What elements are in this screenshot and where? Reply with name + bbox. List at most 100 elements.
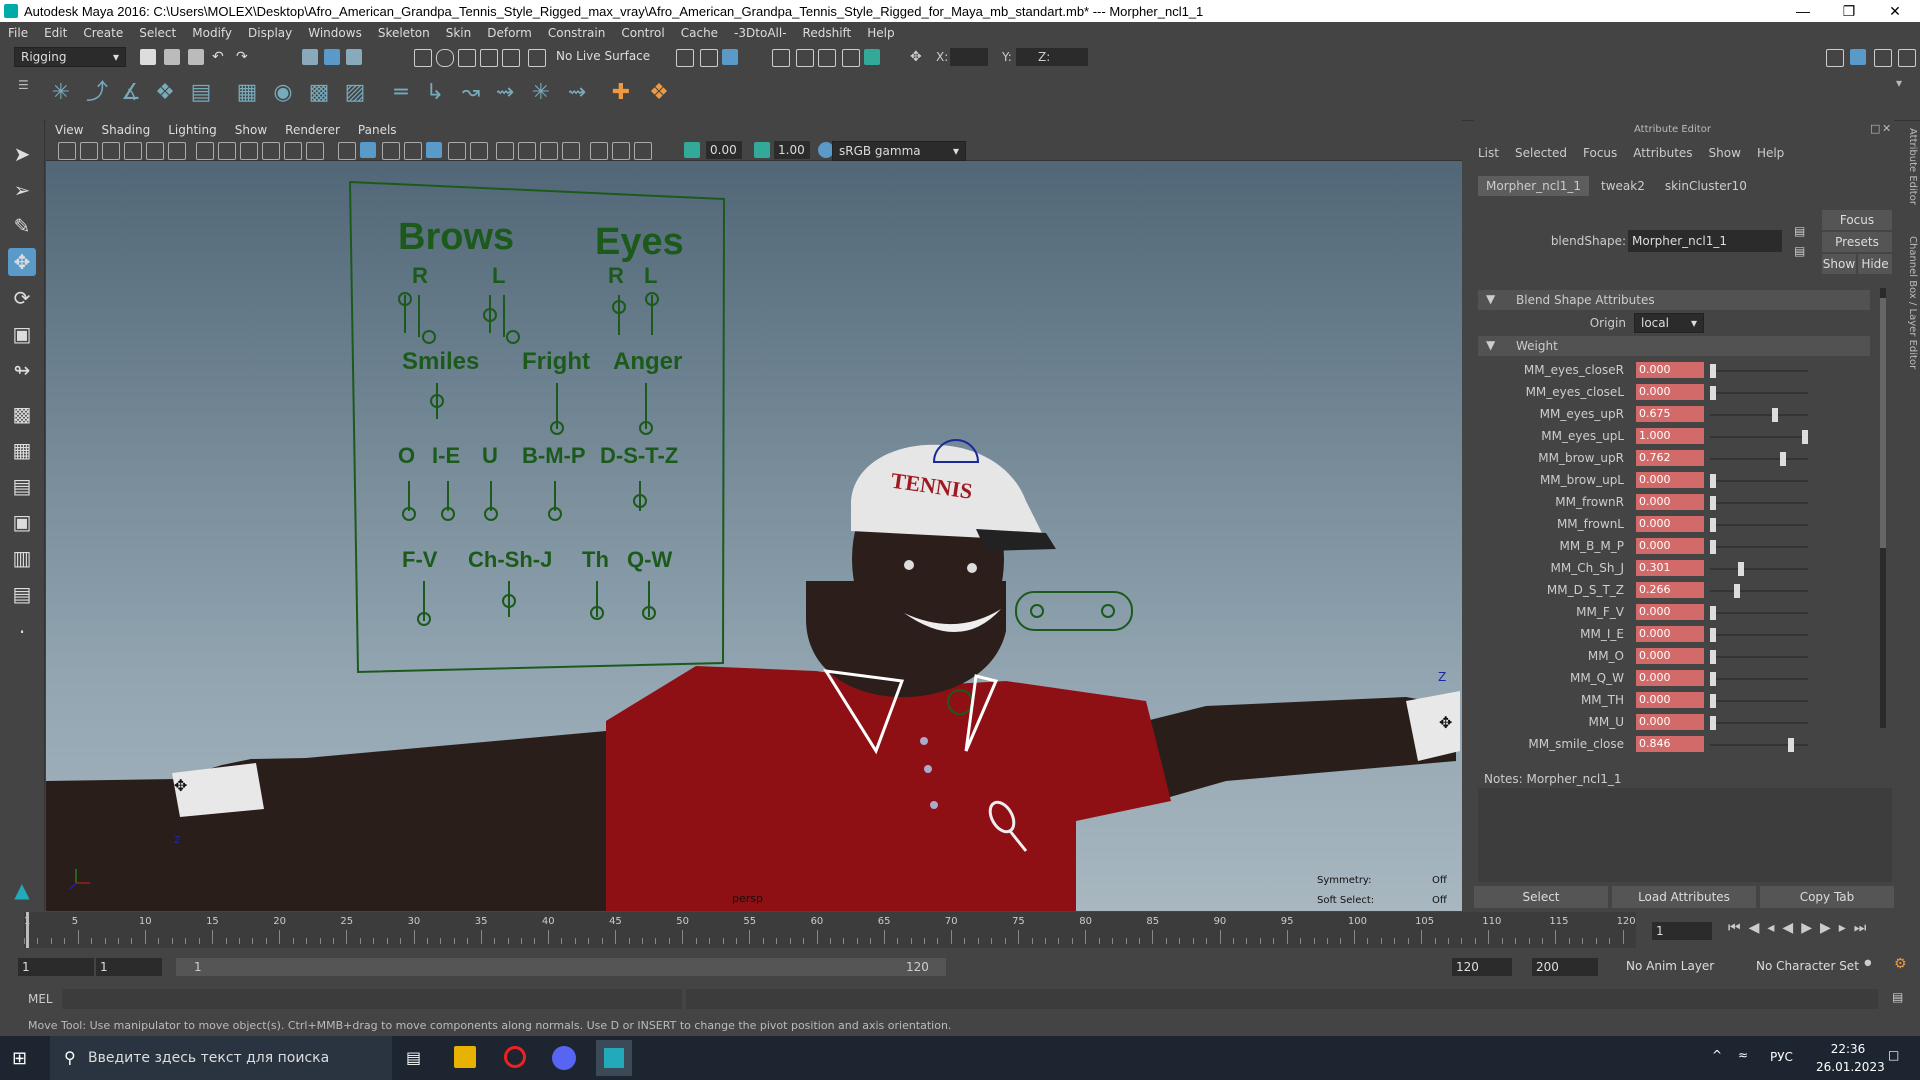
- scale-tool-icon[interactable]: ▣: [8, 320, 36, 348]
- four-view-icon[interactable]: ▦: [8, 436, 36, 464]
- weight-slider-handle[interactable]: [1710, 672, 1716, 686]
- bind-skin-icon[interactable]: ▦: [232, 78, 262, 108]
- move-tool-icon[interactable]: ✥: [8, 248, 36, 276]
- file-explorer-icon[interactable]: [454, 1046, 476, 1068]
- maya-taskbar-button[interactable]: [596, 1040, 632, 1076]
- viewport-menu-lighting[interactable]: Lighting: [159, 123, 226, 137]
- float-panel-icon[interactable]: □: [1870, 122, 1880, 135]
- screen-space-ao-icon[interactable]: [470, 142, 488, 160]
- snap-surface-icon[interactable]: [502, 49, 520, 67]
- weight-value-field[interactable]: 0.675: [1636, 406, 1704, 422]
- ae-menu-help[interactable]: Help: [1757, 146, 1784, 160]
- ae-menu-list[interactable]: List: [1478, 146, 1499, 160]
- viewport-menu-shading[interactable]: Shading: [92, 123, 159, 137]
- menu-edit[interactable]: Edit: [36, 26, 75, 40]
- film-gate-icon[interactable]: [218, 142, 236, 160]
- weight-value-field[interactable]: 0.000: [1636, 670, 1704, 686]
- lasso-tool-icon[interactable]: ➢: [8, 176, 36, 204]
- constraint-aim-icon[interactable]: ❖: [644, 78, 674, 108]
- lattice-icon[interactable]: ↝: [456, 78, 486, 108]
- weight-slider[interactable]: [1710, 568, 1808, 570]
- weight-slider[interactable]: [1710, 590, 1808, 592]
- field-chart-icon[interactable]: [284, 142, 302, 160]
- weight-value-field[interactable]: 0.000: [1636, 648, 1704, 664]
- render-frame-icon[interactable]: [772, 49, 790, 67]
- weight-slider-handle[interactable]: [1780, 452, 1787, 466]
- weight-slider-handle[interactable]: [1787, 738, 1794, 752]
- weight-section[interactable]: ▼ Weight: [1478, 336, 1870, 356]
- taskbar-search-box[interactable]: ⚲ Введите здесь текст для поиска: [50, 1036, 392, 1080]
- viewport-3d[interactable]: Brows Eyes R L R L Smiles Fright Anger O…: [46, 161, 1462, 911]
- auto-key-icon[interactable]: ⚫: [1862, 956, 1874, 972]
- snap-curve-icon[interactable]: [436, 49, 454, 67]
- color-space-dropdown[interactable]: sRGB gamma ▾: [832, 141, 966, 161]
- open-scene-icon[interactable]: [164, 49, 180, 65]
- save-scene-icon[interactable]: [188, 49, 204, 65]
- weight-slider[interactable]: [1710, 502, 1808, 504]
- safe-action-icon[interactable]: [306, 142, 324, 160]
- shelf-scroll-icon[interactable]: ▾: [1896, 76, 1902, 90]
- weight-value-field[interactable]: 0.000: [1636, 714, 1704, 730]
- step-back-frame-icon[interactable]: ◂: [1767, 920, 1774, 936]
- play-forwards-icon[interactable]: ▶: [1801, 920, 1812, 936]
- side-tab-channel-box[interactable]: Channel Box / Layer Editor: [1896, 236, 1918, 416]
- blendshape-icon[interactable]: ⇝: [490, 78, 520, 108]
- snap-point-icon[interactable]: [458, 49, 476, 67]
- redo-icon[interactable]: ↷: [236, 49, 252, 65]
- weight-slider[interactable]: [1710, 524, 1808, 526]
- weight-slider-handle[interactable]: [1710, 606, 1716, 620]
- close-panel-icon[interactable]: ✕: [1882, 122, 1891, 135]
- use-all-lights-icon[interactable]: [426, 142, 442, 158]
- bookmark-icon[interactable]: [102, 142, 120, 160]
- detach-skin-icon[interactable]: ▨: [340, 78, 370, 108]
- weight-slider[interactable]: [1710, 546, 1808, 548]
- timeline-ruler[interactable]: 1 51015202530354045505560657075808590951…: [24, 912, 1636, 948]
- tab-morpher[interactable]: Morpher_ncl1_1: [1478, 176, 1589, 196]
- weight-slider-handle[interactable]: [1737, 562, 1744, 576]
- tab-skincluster10[interactable]: skinCluster10: [1657, 176, 1755, 196]
- ae-menu-show[interactable]: Show: [1709, 146, 1741, 160]
- gate-mask-icon[interactable]: [262, 142, 280, 160]
- wrap-icon[interactable]: ✳: [526, 78, 556, 108]
- viewport-menu-view[interactable]: View: [46, 123, 92, 137]
- minimize-button[interactable]: —: [1780, 0, 1826, 22]
- locator-icon[interactable]: ═: [386, 78, 416, 108]
- grease-pencil-icon[interactable]: [168, 142, 186, 160]
- weight-value-field[interactable]: 0.000: [1636, 362, 1704, 378]
- network-icon[interactable]: ≈: [1738, 1048, 1748, 1062]
- weight-slider[interactable]: [1710, 414, 1808, 416]
- menu-redshift[interactable]: Redshift: [795, 26, 860, 40]
- weight-slider-handle[interactable]: [1710, 496, 1716, 510]
- weight-value-field[interactable]: 0.000: [1636, 538, 1704, 554]
- presets-button[interactable]: Presets: [1822, 232, 1892, 252]
- current-frame-field[interactable]: 1: [1652, 922, 1712, 940]
- weight-value-field[interactable]: 0.000: [1636, 626, 1704, 642]
- persp-outliner-icon[interactable]: ▤: [8, 472, 36, 500]
- weight-slider-handle[interactable]: [1710, 694, 1716, 708]
- scene-end-field[interactable]: 200: [1532, 958, 1598, 976]
- two-d-pan-icon[interactable]: [146, 142, 164, 160]
- discord-icon[interactable]: [552, 1046, 576, 1070]
- joint-tool-icon[interactable]: ✳: [46, 78, 76, 108]
- motion-blur-icon[interactable]: [496, 142, 514, 160]
- image-plane-icon[interactable]: [124, 142, 142, 160]
- anti-aliasing-icon[interactable]: [518, 142, 536, 160]
- constraint-point-icon[interactable]: ✚: [606, 78, 636, 108]
- weight-slider[interactable]: [1710, 458, 1808, 460]
- clock-date[interactable]: 26.01.2023: [1816, 1060, 1885, 1074]
- copy-tab-button[interactable]: Copy Tab: [1760, 886, 1894, 908]
- blendshape-name-field[interactable]: Morpher_ncl1_1: [1628, 230, 1782, 252]
- shadows-icon[interactable]: [448, 142, 466, 160]
- gamma-field[interactable]: 1.00: [774, 141, 810, 159]
- shelf-menu-icon[interactable]: ☰: [18, 78, 29, 92]
- weight-slider-handle[interactable]: [1710, 716, 1716, 730]
- task-view-icon[interactable]: ▤: [406, 1048, 421, 1067]
- weight-slider-handle[interactable]: [1772, 408, 1779, 422]
- go-to-output-icon[interactable]: ▤: [1794, 244, 1805, 258]
- blend-shape-attributes-section[interactable]: ▼ Blend Shape Attributes: [1478, 290, 1870, 310]
- playback-end-field[interactable]: 120: [1452, 958, 1512, 976]
- load-attributes-button[interactable]: Load Attributes: [1612, 886, 1756, 908]
- clock-time[interactable]: 22:36: [1816, 1042, 1880, 1056]
- weight-value-field[interactable]: 0.000: [1636, 692, 1704, 708]
- weight-value-field[interactable]: 0.000: [1636, 472, 1704, 488]
